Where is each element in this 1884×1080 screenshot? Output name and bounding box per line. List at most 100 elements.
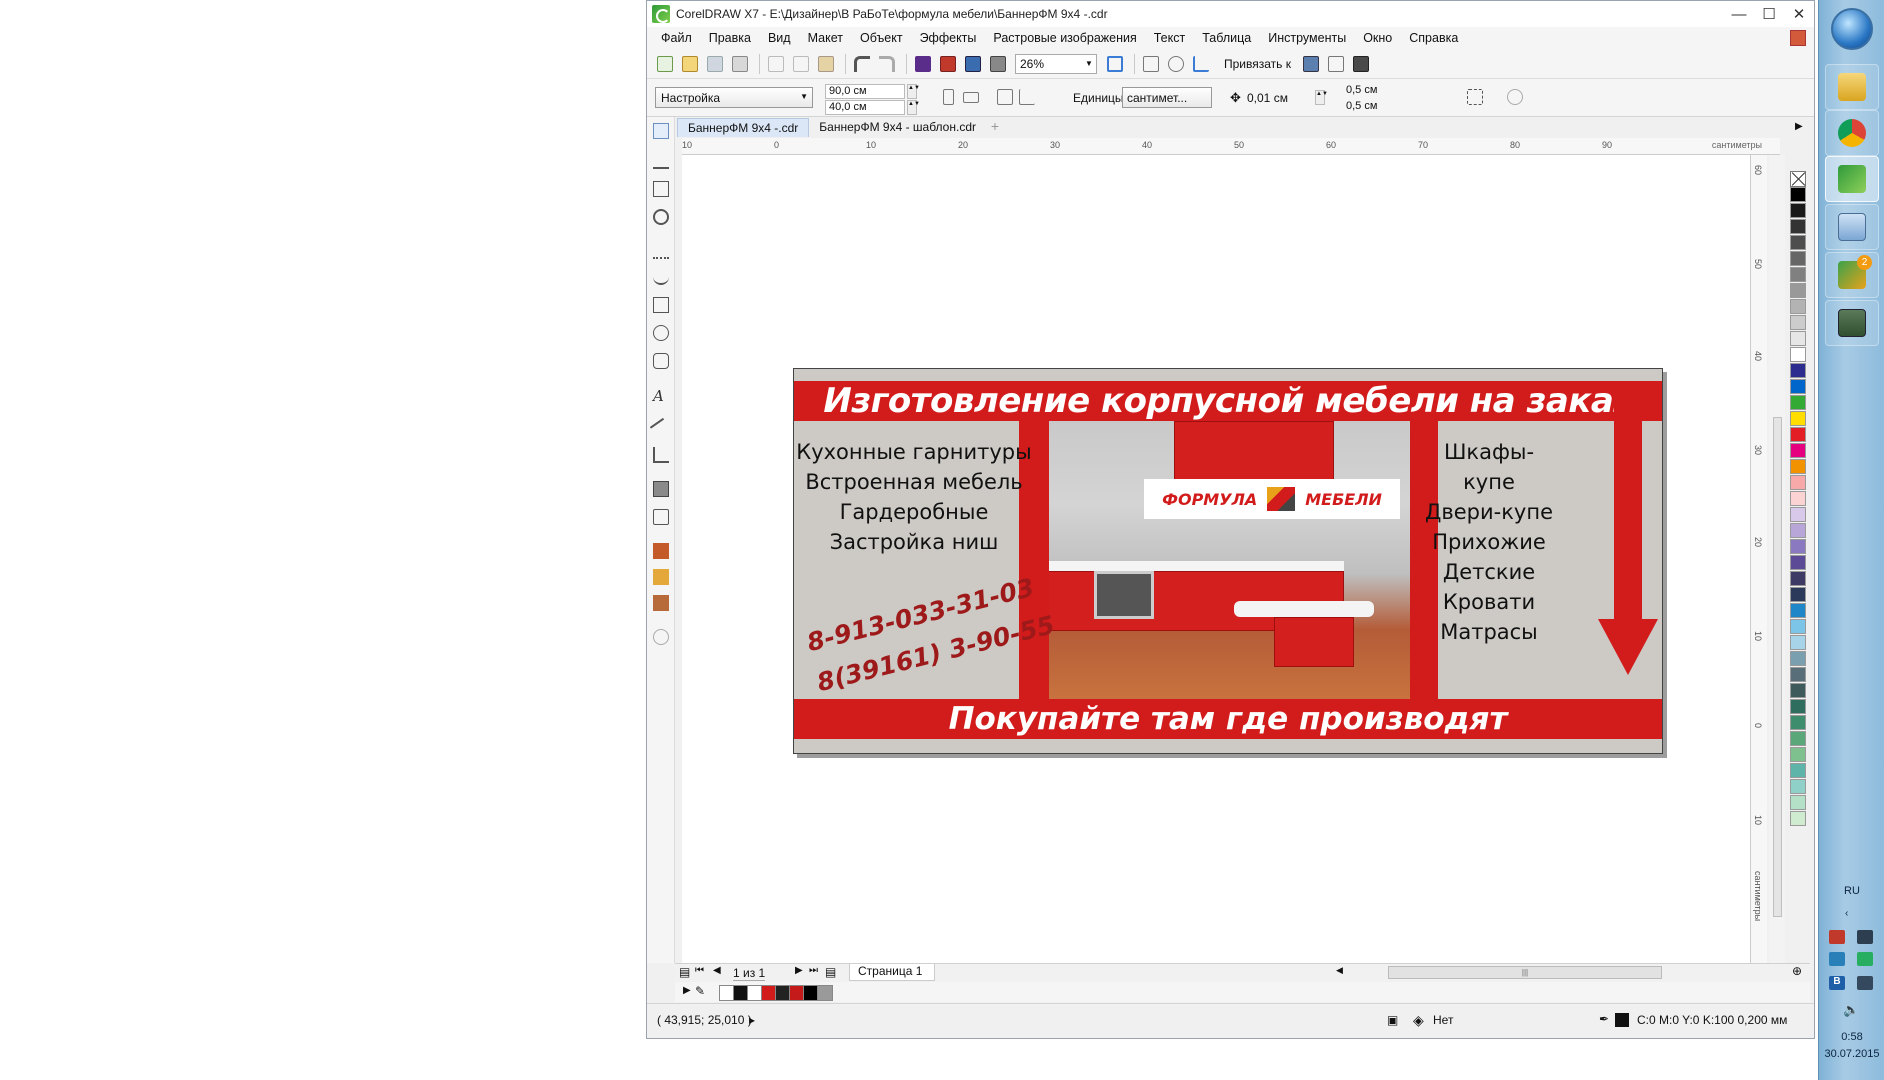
palette-swatch[interactable] [1790, 523, 1806, 538]
palette-swatch[interactable] [1790, 715, 1806, 730]
taskbar-explorer[interactable] [1825, 64, 1879, 110]
height-spinner[interactable]: ▲▼ [907, 100, 920, 115]
tray-sync-icon[interactable] [1857, 952, 1873, 966]
menu-bitmaps[interactable]: Растровые изображения [993, 31, 1136, 45]
clock-time[interactable]: 0:58 [1819, 1031, 1884, 1043]
export-icon[interactable] [965, 55, 981, 72]
prev-page-icon[interactable]: ◀ [713, 965, 721, 976]
width-spinner[interactable]: ▲▼ [907, 84, 920, 99]
add-page-after-icon[interactable]: ▤ [825, 965, 836, 979]
connector-tool-icon[interactable] [653, 447, 669, 463]
all-pages-icon[interactable] [997, 89, 1013, 105]
nudge-spinner[interactable]: ▲▼ [1315, 90, 1328, 105]
page-preset-select[interactable]: Настройка ▼ [655, 87, 813, 108]
show-rulers-icon[interactable] [1143, 55, 1159, 72]
palette-swatch[interactable] [1790, 619, 1806, 634]
palette-swatch[interactable] [1790, 379, 1806, 394]
vertical-ruler[interactable]: 60 50 40 30 20 10 0 10 сантиметры [1750, 155, 1767, 963]
palette-swatch[interactable] [1790, 795, 1806, 810]
zoom-tool-icon[interactable] [653, 209, 669, 225]
publish-pdf-icon[interactable] [990, 55, 1006, 72]
palette-swatch[interactable] [1790, 507, 1806, 522]
artistic-media-icon[interactable] [653, 269, 669, 285]
landscape-icon[interactable] [963, 92, 979, 103]
palette-swatch[interactable] [1790, 235, 1806, 250]
taskbar-monitor-app[interactable] [1825, 300, 1879, 346]
add-tab-icon[interactable]: + [986, 118, 1004, 137]
status-play-icon[interactable]: ▸ [749, 1013, 755, 1027]
crop-tool-icon[interactable] [653, 181, 669, 197]
palette-swatch[interactable] [1790, 283, 1806, 298]
save-icon[interactable] [707, 55, 723, 72]
color-eyedropper-icon[interactable] [653, 543, 669, 559]
palette-swatch[interactable] [1790, 267, 1806, 282]
palette-swatch[interactable] [1790, 203, 1806, 218]
copy-icon[interactable] [793, 55, 809, 72]
palette-swatch[interactable] [1790, 651, 1806, 666]
user-account-icon[interactable] [1790, 30, 1806, 46]
palette-swatch[interactable] [1790, 187, 1806, 202]
palette-swatch[interactable] [1790, 635, 1806, 650]
palette-swatch[interactable] [1790, 747, 1806, 762]
show-grid-icon[interactable] [1168, 55, 1184, 72]
import-icon[interactable] [940, 55, 956, 72]
taskbar-coreldraw[interactable] [1825, 156, 1879, 202]
palette-swatch[interactable] [1790, 811, 1806, 826]
redo-icon[interactable] [879, 55, 895, 72]
first-page-icon[interactable]: ⏮ [695, 965, 704, 976]
scroll-left-icon[interactable]: ◀ [1336, 965, 1343, 976]
palette-swatch[interactable] [1790, 459, 1806, 474]
document-swatch[interactable] [817, 985, 833, 1001]
menu-tools[interactable]: Инструменты [1268, 31, 1346, 45]
print-icon[interactable] [732, 55, 748, 72]
palette-swatch[interactable] [1790, 315, 1806, 330]
cut-icon[interactable] [768, 55, 784, 72]
horizontal-scroll-thumb[interactable]: ||| [1388, 966, 1662, 979]
palette-swatch[interactable] [1790, 411, 1806, 426]
duplicate-distance-x[interactable]: 0,5 см [1343, 84, 1423, 99]
smart-fill-icon[interactable] [653, 595, 669, 611]
palette-swatch[interactable] [1790, 363, 1806, 378]
zoom-icon[interactable]: ⊕ [1792, 964, 1802, 978]
units-select[interactable]: сантимет... [1122, 87, 1212, 108]
transparency-icon[interactable] [653, 509, 669, 525]
tab-scroll-right-icon[interactable]: ▶ [1795, 121, 1803, 132]
tray-flag-icon[interactable] [1829, 930, 1845, 944]
volume-icon[interactable]: 🔈 [1843, 1002, 1859, 1018]
menu-file[interactable]: Файл [661, 31, 692, 45]
show-hidden-icons-icon[interactable]: ‹ [1845, 908, 1848, 919]
menu-text[interactable]: Текст [1154, 31, 1185, 45]
palette-swatch[interactable] [1790, 699, 1806, 714]
snap-to-dropdown[interactable]: Привязать к [1224, 57, 1291, 71]
search-content-icon[interactable] [915, 55, 931, 72]
customize-toolbox-icon[interactable] [653, 629, 669, 645]
screen-layout-icon[interactable] [1352, 55, 1369, 72]
minimize-button[interactable]: — [1724, 1, 1754, 27]
menu-table[interactable]: Таблица [1202, 31, 1251, 45]
palette-swatch[interactable] [1790, 427, 1806, 442]
page-height-field[interactable]: 40,0 см [825, 100, 905, 115]
palette-swatch[interactable] [1790, 539, 1806, 554]
full-screen-preview-icon[interactable] [1107, 55, 1123, 72]
undo-icon[interactable] [854, 55, 870, 72]
duplicate-distance-y[interactable]: 0,5 см [1343, 100, 1423, 115]
parallel-dimension-icon[interactable] [649, 417, 673, 441]
palette-swatch[interactable] [1790, 571, 1806, 586]
menu-object[interactable]: Объект [860, 31, 903, 45]
tray-display-icon[interactable] [1857, 976, 1873, 990]
current-page-icon[interactable] [1019, 89, 1035, 105]
palette-swatch[interactable] [1790, 443, 1806, 458]
interactive-fill-icon[interactable] [653, 569, 669, 585]
application-launcher-icon[interactable] [1302, 55, 1319, 72]
page-tab-1[interactable]: Страница 1 [849, 964, 935, 981]
taskbar-chrome[interactable] [1825, 110, 1879, 156]
add-page-icon[interactable]: ▤ [679, 965, 690, 979]
ellipse-tool-icon[interactable] [653, 325, 669, 341]
fill-bucket-icon[interactable]: ◈ [1413, 1012, 1424, 1029]
palette-flyout-icon[interactable]: ▶ [683, 985, 691, 996]
page-width-field[interactable]: 90,0 см [825, 84, 905, 99]
nudge-distance-field[interactable]: 0,01 см [1247, 91, 1288, 105]
palette-swatch[interactable] [1790, 395, 1806, 410]
tray-vk-icon[interactable]: B [1829, 976, 1845, 990]
vertical-scrollbar[interactable] [1769, 155, 1785, 963]
